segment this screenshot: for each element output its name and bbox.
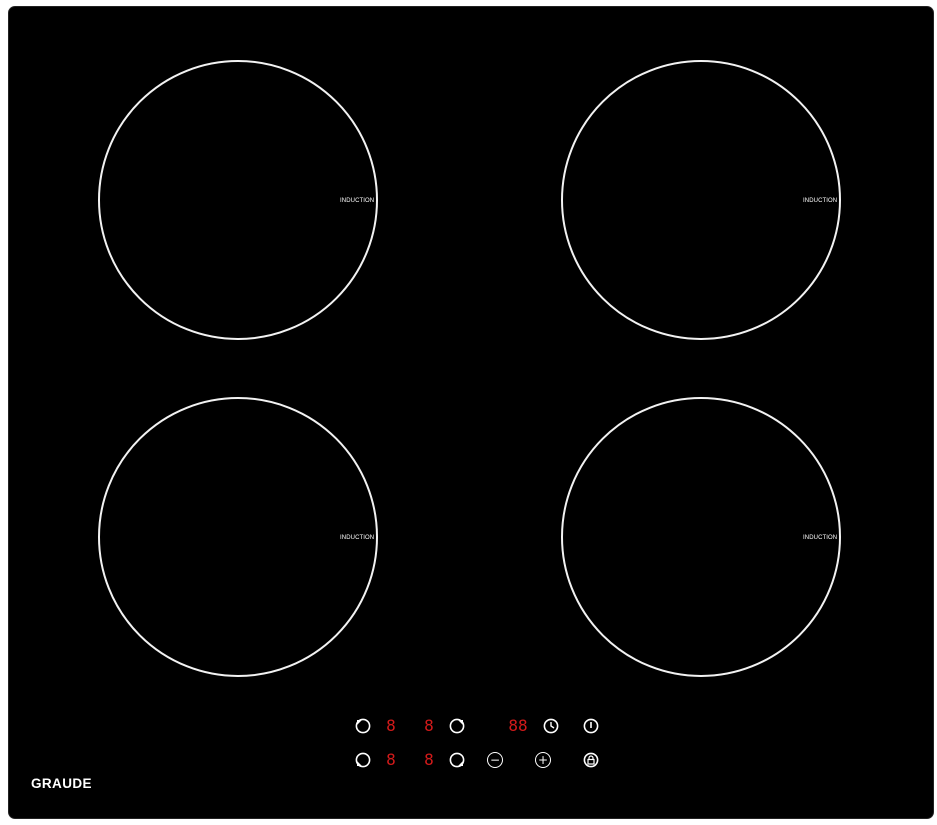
power-icon xyxy=(583,718,599,734)
child-lock-button[interactable] xyxy=(582,751,600,769)
zone-bottom-left-icon xyxy=(355,752,371,768)
zone-top-right-icon xyxy=(449,718,465,734)
cooking-zone-bottom-left[interactable] xyxy=(98,397,378,677)
brand-logo: GRAUDE xyxy=(31,776,92,791)
zone-select-top-right-button[interactable] xyxy=(448,717,466,735)
lock-icon xyxy=(583,752,599,768)
power-level-display-bottom-left: 8 xyxy=(386,750,396,769)
power-level-display-top-right: 8 xyxy=(424,716,434,735)
zone-bottom-right-icon xyxy=(449,752,465,768)
timer-display: 88 xyxy=(508,716,528,735)
cooking-zone-bottom-right[interactable] xyxy=(561,397,841,677)
power-level-display-bottom-right: 8 xyxy=(424,750,434,769)
zone-top-left-icon xyxy=(355,718,371,734)
timer-button[interactable] xyxy=(542,717,560,735)
zone-label-top-right: INDUCTION xyxy=(802,197,839,205)
plus-button[interactable]: + xyxy=(535,752,551,768)
zone-label-bottom-left: INDUCTION xyxy=(339,534,376,542)
zone-select-top-left-button[interactable] xyxy=(354,717,372,735)
clock-icon xyxy=(543,718,559,734)
minus-button[interactable]: − xyxy=(487,752,503,768)
cooking-zone-top-right[interactable] xyxy=(561,60,841,340)
power-level-display-top-left: 8 xyxy=(386,716,396,735)
power-button[interactable] xyxy=(582,717,600,735)
zone-label-top-left: INDUCTION xyxy=(339,197,376,205)
zone-select-bottom-left-button[interactable] xyxy=(354,751,372,769)
zone-select-bottom-right-button[interactable] xyxy=(448,751,466,769)
zone-label-bottom-right: INDUCTION xyxy=(802,534,839,542)
cooking-zone-top-left[interactable] xyxy=(98,60,378,340)
